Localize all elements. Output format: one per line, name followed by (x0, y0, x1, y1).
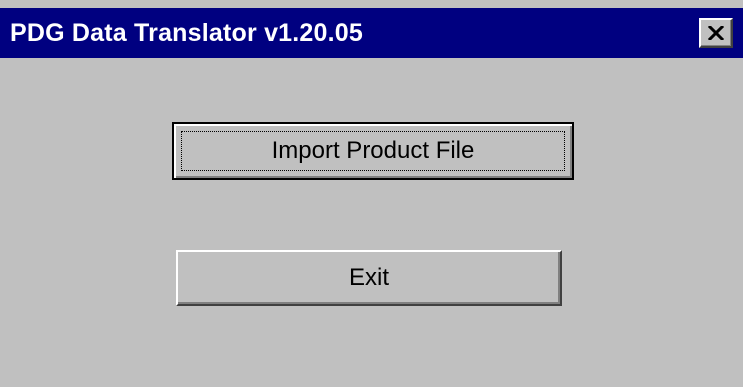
window-title: PDG Data Translator v1.20.05 (10, 19, 363, 47)
import-button-label: Import Product File (271, 137, 475, 164)
exit-button-label: Exit (348, 264, 389, 291)
dialog-body: Import Product File Exit (0, 58, 743, 387)
exit-button[interactable]: Exit (176, 250, 562, 306)
import-product-file-button[interactable]: Import Product File (172, 122, 574, 180)
close-icon (708, 26, 724, 40)
title-bar[interactable]: PDG Data Translator v1.20.05 (0, 8, 743, 58)
close-button[interactable] (699, 18, 733, 48)
dialog-window: PDG Data Translator v1.20.05 Import Prod… (0, 0, 743, 387)
